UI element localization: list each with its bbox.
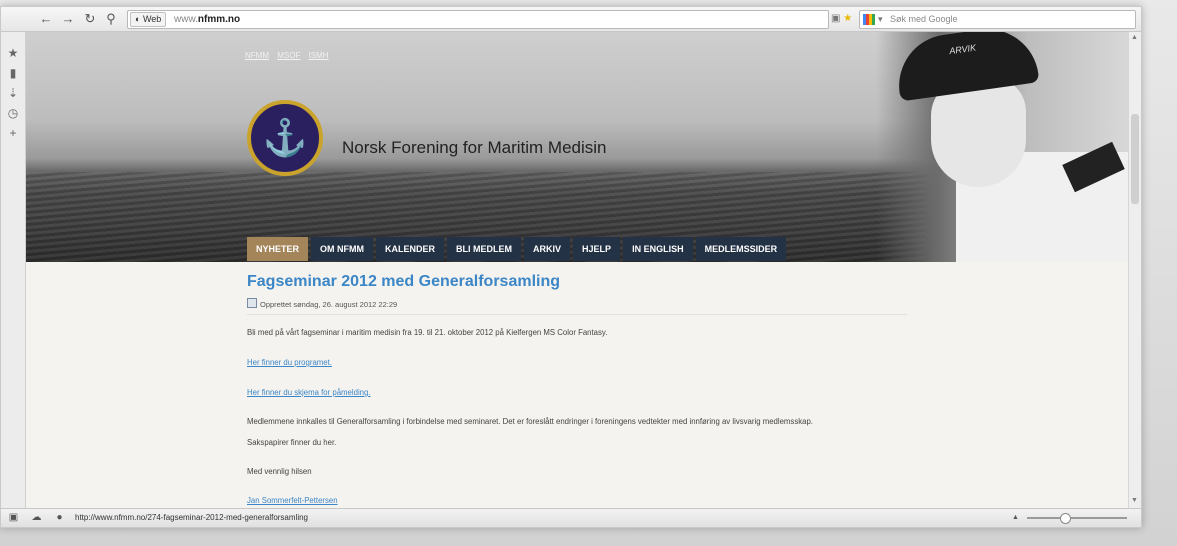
nav-nyheter[interactable]: NYHETER	[247, 237, 309, 261]
forward-icon[interactable]: →	[59, 10, 77, 28]
nav-om-nfmm[interactable]: OM NFMM	[311, 237, 374, 261]
search-box[interactable]: ▾ Søk med Google	[859, 10, 1136, 29]
url-prefix: www.	[174, 14, 198, 25]
web-page: ARVIK NFMM MSOF ISMH ⚓ Norsk Forening fo…	[26, 32, 1128, 508]
toplink-nfmm[interactable]: NFMM	[245, 51, 269, 60]
cap-text: ARVIK	[948, 42, 977, 57]
article-body-2: Sakspapirer finner du her.	[247, 438, 337, 447]
article-intro: Bli med på vårt fagseminar i maritim med…	[247, 328, 608, 337]
scroll-thumb[interactable]	[1131, 114, 1139, 204]
vertical-scrollbar[interactable]: ▲ ▼	[1128, 32, 1141, 508]
search-placeholder: Søk med Google	[890, 14, 958, 24]
article-title[interactable]: Fagseminar 2012 med Generalforsamling	[247, 273, 560, 291]
nav-in-english[interactable]: IN ENGLISH	[623, 237, 693, 261]
google-icon	[863, 14, 875, 25]
article-date: Opprettet søndag, 26. august 2012 22:29	[260, 300, 398, 309]
bookmarks-star-icon[interactable]: ★	[6, 46, 20, 60]
scroll-up-icon[interactable]: ▲	[1131, 34, 1138, 41]
panel-toggle-icon[interactable]: ▣	[7, 511, 20, 524]
status-url: http://www.nfmm.no/274-fagseminar-2012-m…	[75, 513, 308, 522]
zoom-slider[interactable]	[1027, 513, 1127, 524]
toplink-ismh[interactable]: ISMH	[309, 51, 329, 60]
notes-icon[interactable]: ▮	[6, 66, 20, 80]
scroll-down-icon[interactable]: ▼	[1131, 497, 1138, 504]
nav-hjelp[interactable]: HJELP	[573, 237, 621, 261]
site-name: Norsk Forening for Maritim Medisin	[342, 138, 607, 157]
bookmark-star-icon[interactable]: ▣ ★	[831, 13, 852, 24]
nav-medlemssider[interactable]: MEDLEMSSIDER	[695, 237, 787, 261]
downloads-icon[interactable]: ⇣	[6, 86, 20, 100]
article-body-1: Medlemmene innkalles til Generalforsamli…	[247, 417, 813, 426]
article-greeting: Med vennlig hilsen	[247, 467, 312, 476]
toplink-msof[interactable]: MSOF	[277, 51, 300, 60]
zoom-icon[interactable]: ▲	[1009, 511, 1022, 524]
back-icon[interactable]: ←	[37, 10, 55, 28]
browser-toolbar: ← → ↻ ⚲ ◐ Web www.nfmm.no ▣ ★ ▾ Søk med …	[1, 7, 1141, 32]
zoom-slider-knob[interactable]	[1060, 513, 1071, 524]
nav-bli-medlem[interactable]: BLI MEDLEM	[447, 237, 522, 261]
address-bar[interactable]: ◐ Web www.nfmm.no	[127, 10, 829, 29]
reload-icon[interactable]: ↻	[81, 10, 99, 28]
web-tag-label: Web	[142, 14, 162, 24]
web-tag: ◐ Web	[130, 12, 167, 27]
signature-link[interactable]: Jan Sommerfelt-Pettersen	[247, 496, 338, 505]
url-text: www.nfmm.no	[174, 11, 240, 28]
status-bar: ▣ ☁ ● http://www.nfmm.no/274-fagseminar-…	[1, 508, 1141, 527]
url-domain: nfmm.no	[197, 14, 241, 25]
link-icon: ●	[56, 512, 63, 523]
history-clock-icon[interactable]: ◷	[6, 106, 20, 120]
cloud-icon[interactable]: ☁	[30, 511, 43, 524]
anchor-logo-icon[interactable]: ⚓	[247, 100, 323, 176]
nav-arkiv[interactable]: ARKIV	[524, 237, 571, 261]
program-link[interactable]: Her finner du programet.	[247, 358, 332, 367]
divider	[247, 314, 907, 315]
main-nav: NYHETER OM NFMM KALENDER BLI MEDLEM ARKI…	[247, 237, 789, 261]
calendar-icon	[247, 298, 257, 308]
key-icon[interactable]: ⚲	[102, 10, 120, 28]
add-panel-icon[interactable]: +	[6, 126, 20, 140]
browser-window: ← → ↻ ⚲ ◐ Web www.nfmm.no ▣ ★ ▾ Søk med …	[0, 6, 1142, 528]
article-meta: Opprettet søndag, 26. august 2012 22:29	[247, 298, 397, 309]
browser-sidebar: ★ ▮ ⇣ ◷ +	[1, 32, 26, 508]
site-header: ARVIK NFMM MSOF ISMH ⚓ Norsk Forening fo…	[26, 32, 1128, 262]
top-links: NFMM MSOF ISMH	[245, 51, 335, 60]
search-engine-dropdown-icon[interactable]: ▾	[878, 11, 883, 28]
signup-link[interactable]: Her finner du skjema for påmelding.	[247, 388, 371, 397]
nav-kalender[interactable]: KALENDER	[376, 237, 445, 261]
